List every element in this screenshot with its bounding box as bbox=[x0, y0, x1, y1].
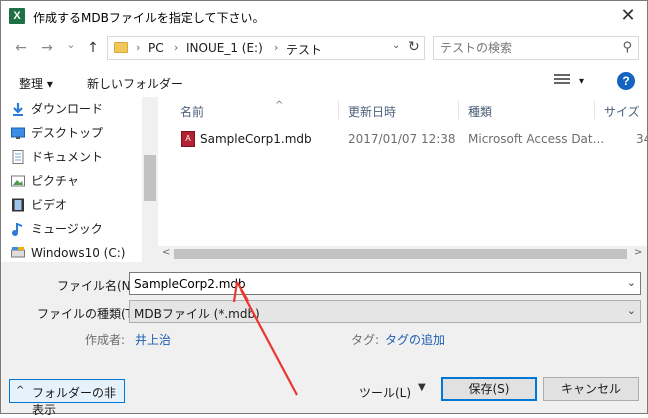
tag-value[interactable]: タグの追加 bbox=[385, 331, 445, 348]
scroll-left-icon[interactable]: < bbox=[162, 247, 170, 258]
chevron-down-icon[interactable]: ⌄ bbox=[627, 276, 636, 289]
window-title: 作成するMDBファイルを指定して下さい。 bbox=[33, 11, 265, 25]
desktop-icon bbox=[11, 127, 25, 139]
file-size: 34 bbox=[636, 132, 647, 146]
view-dropdown-icon[interactable]: ▾ bbox=[579, 76, 584, 87]
search-box[interactable]: ⚲ bbox=[433, 36, 639, 60]
filename-label: ファイル名(N): bbox=[57, 279, 140, 293]
breadcrumb-drive[interactable]: INOUE_1 (E:) bbox=[186, 41, 263, 55]
view-options-icon[interactable] bbox=[554, 74, 570, 88]
save-options-panel: ファイル名(N): ⌄ ファイルの種類(T): MDBファイル (*.mdb) … bbox=[1, 262, 647, 417]
save-button[interactable]: 保存(S) bbox=[441, 377, 537, 401]
access-file-icon: A bbox=[181, 131, 195, 147]
sidebar-item-label: ダウンロード bbox=[31, 102, 104, 116]
filetype-select[interactable]: MDBファイル (*.mdb) ⌄ bbox=[129, 300, 641, 323]
nav-pane-scrollbar[interactable] bbox=[142, 97, 158, 262]
sidebar-item-drive-c[interactable]: Windows10 (C:) bbox=[11, 242, 126, 262]
sidebar-item-pictures[interactable]: ピクチャ bbox=[11, 170, 79, 192]
forward-arrow-icon[interactable]: → bbox=[37, 40, 57, 56]
refresh-icon[interactable]: ↻ bbox=[408, 39, 420, 55]
help-icon[interactable]: ? bbox=[617, 72, 635, 90]
column-header-type[interactable]: 種類 bbox=[468, 103, 492, 120]
up-arrow-icon[interactable]: ↑ bbox=[83, 40, 103, 56]
hide-folders-button[interactable]: ^ フォルダーの非表示 bbox=[9, 379, 125, 417]
title-bar: X 作成するMDBファイルを指定して下さい。 ✕ bbox=[1, 1, 647, 31]
excel-icon: X bbox=[9, 8, 25, 24]
sidebar-item-label: ドキュメント bbox=[31, 150, 104, 164]
close-icon[interactable]: ✕ bbox=[615, 3, 641, 29]
file-list: 名前 ^ 更新日時 種類 サイズ A SampleCorp1.mdb 2017/… bbox=[158, 97, 647, 262]
sidebar-item-label: ビデオ bbox=[31, 198, 68, 212]
sort-ascending-icon: ^ bbox=[275, 100, 284, 111]
tools-dropdown-icon[interactable]: ▼ bbox=[418, 382, 426, 393]
address-dropdown-icon[interactable]: ⌄ bbox=[392, 40, 400, 51]
filename-input[interactable] bbox=[130, 273, 620, 294]
filename-combobox[interactable]: ⌄ bbox=[129, 272, 641, 295]
sidebar-item-label: Windows10 (C:) bbox=[31, 246, 126, 260]
breadcrumb-folder[interactable]: テスト bbox=[286, 41, 322, 58]
download-icon bbox=[13, 103, 23, 116]
column-header-name[interactable]: 名前 ^ bbox=[180, 100, 283, 120]
file-type: Microsoft Access Dat... bbox=[468, 132, 605, 146]
table-row[interactable]: A SampleCorp1.mdb 2017/01/07 12:38 Micro… bbox=[158, 129, 647, 151]
new-folder-button[interactable]: 新しいフォルダー bbox=[87, 75, 183, 92]
video-icon bbox=[12, 198, 24, 212]
folder-icon bbox=[114, 42, 128, 53]
sidebar-item-documents[interactable]: ドキュメント bbox=[12, 146, 104, 168]
file-modified: 2017/01/07 12:38 bbox=[348, 132, 456, 146]
cancel-button[interactable]: キャンセル bbox=[543, 377, 639, 401]
column-header-modified[interactable]: 更新日時 bbox=[348, 103, 396, 120]
address-bar[interactable]: › PC › INOUE_1 (E:) › テスト ⌄ ↻ bbox=[107, 36, 425, 60]
author-label: 作成者: bbox=[85, 333, 126, 347]
filetype-label: ファイルの種類(T): bbox=[37, 307, 142, 321]
hide-folders-label: フォルダーの非表示 bbox=[32, 386, 117, 417]
breadcrumb-separator: › bbox=[136, 41, 141, 54]
document-icon bbox=[12, 150, 24, 164]
scrollbar-thumb[interactable] bbox=[174, 249, 627, 259]
music-icon bbox=[12, 223, 22, 236]
column-header-label: 名前 bbox=[180, 105, 205, 119]
filetype-value: MDBファイル (*.mdb) bbox=[134, 307, 260, 321]
breadcrumb-pc[interactable]: PC bbox=[148, 41, 164, 55]
navigation-pane: ダウンロード デスクトップ ドキュメント ピクチャ ビデオ ミュージック Win… bbox=[1, 97, 158, 262]
column-divider[interactable] bbox=[594, 101, 595, 119]
sidebar-item-desktop[interactable]: デスクトップ bbox=[11, 122, 104, 144]
sidebar-item-label: ピクチャ bbox=[31, 174, 79, 188]
sidebar-item-videos[interactable]: ビデオ bbox=[12, 194, 68, 216]
sidebar-item-music[interactable]: ミュージック bbox=[12, 218, 103, 240]
command-bar: 整理 ▾ 新しいフォルダー ▾ ? bbox=[1, 67, 647, 97]
sidebar-item-label: デスクトップ bbox=[31, 126, 104, 140]
author-value[interactable]: 井上治 bbox=[135, 331, 171, 348]
scrollbar-thumb[interactable] bbox=[144, 155, 156, 201]
address-row: ← → ⌄ ↑ › PC › INOUE_1 (E:) › テスト ⌄ ↻ ⚲ bbox=[1, 31, 647, 67]
drive-icon bbox=[11, 247, 25, 258]
chevron-up-icon: ^ bbox=[16, 385, 25, 396]
column-header-size[interactable]: サイズ bbox=[604, 103, 640, 120]
column-divider[interactable] bbox=[338, 101, 339, 119]
back-arrow-icon[interactable]: ← bbox=[11, 40, 31, 56]
organize-menu[interactable]: 整理 ▾ bbox=[19, 75, 53, 92]
picture-icon bbox=[11, 175, 25, 187]
sidebar-item-label: ミュージック bbox=[31, 222, 103, 236]
recent-locations-icon[interactable]: ⌄ bbox=[61, 38, 81, 51]
search-input[interactable] bbox=[434, 37, 614, 59]
save-file-dialog: X 作成するMDBファイルを指定して下さい。 ✕ ← → ⌄ ↑ › PC › … bbox=[0, 0, 648, 417]
search-icon[interactable]: ⚲ bbox=[622, 40, 632, 55]
file-name: SampleCorp1.mdb bbox=[200, 132, 312, 146]
tag-label: タグ: bbox=[351, 333, 380, 347]
breadcrumb-separator: › bbox=[174, 41, 179, 54]
column-divider[interactable] bbox=[458, 101, 459, 119]
sidebar-item-downloads[interactable]: ダウンロード bbox=[13, 98, 104, 120]
horizontal-scrollbar[interactable]: < > bbox=[158, 246, 647, 262]
chevron-down-icon[interactable]: ⌄ bbox=[627, 304, 636, 317]
tools-menu-button[interactable]: ツール(L) bbox=[359, 384, 411, 401]
breadcrumb-separator: › bbox=[274, 41, 279, 54]
scroll-right-icon[interactable]: > bbox=[634, 247, 642, 258]
